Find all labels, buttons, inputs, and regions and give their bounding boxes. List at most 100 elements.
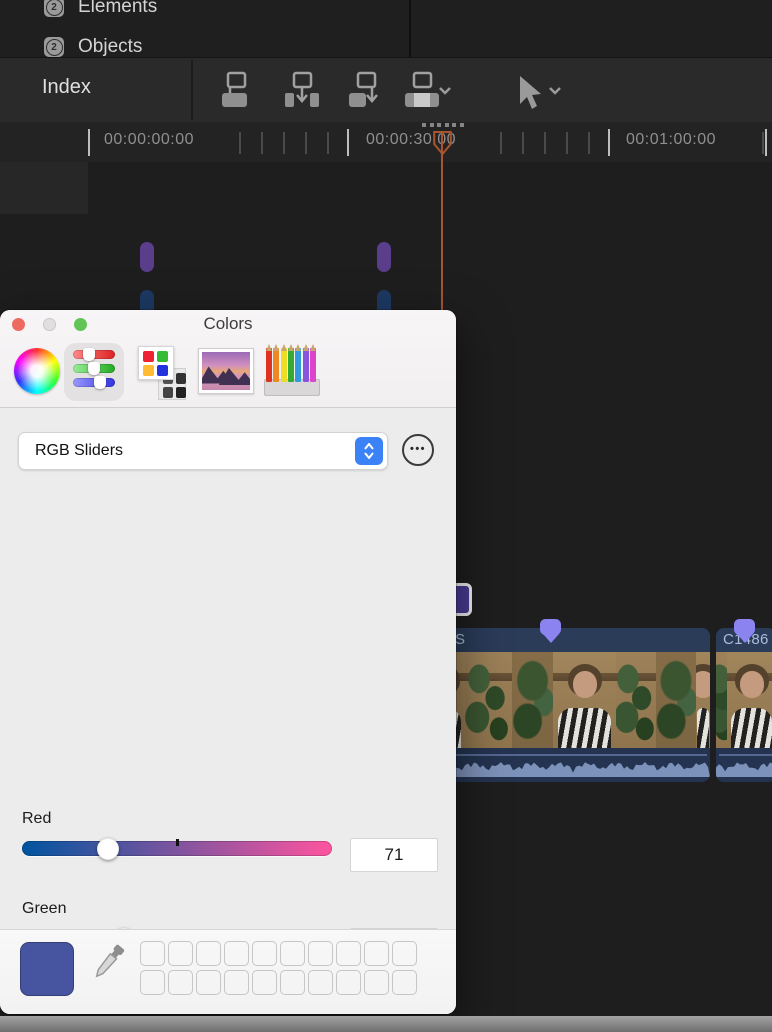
objects-count-badge: 2 <box>44 37 64 57</box>
swatch-well[interactable] <box>308 970 333 995</box>
swatch-well[interactable] <box>252 970 277 995</box>
ruler-tick <box>239 132 241 154</box>
ruler-tick <box>283 132 285 154</box>
green-slider-label: Green <box>22 900 67 917</box>
tool-chevron-down-icon[interactable] <box>438 86 452 95</box>
playhead-range-dash <box>444 123 449 127</box>
ruler-major-tick <box>347 129 349 156</box>
swatch-well[interactable] <box>196 970 221 995</box>
ruler-tick <box>500 132 502 154</box>
sidebar-section: 2 Elements 2 Objects <box>0 0 772 57</box>
color-sliders-icon[interactable] <box>73 348 115 394</box>
playhead-range-dash <box>452 123 457 127</box>
swatch-well[interactable] <box>140 970 165 995</box>
red-slider[interactable] <box>22 837 332 860</box>
swatch-well[interactable] <box>336 941 361 966</box>
swatch-well[interactable] <box>140 941 165 966</box>
colors-panel-footer <box>0 929 456 1014</box>
playhead-handle[interactable] <box>433 131 452 155</box>
red-slider-knob[interactable] <box>97 837 120 860</box>
swatch-well[interactable] <box>224 970 249 995</box>
append-clip-tool-icon[interactable] <box>344 68 388 112</box>
ruler-tick <box>566 132 568 154</box>
collapsed-clip-pill[interactable] <box>140 242 154 272</box>
pane-divider <box>409 0 411 57</box>
audio-separator <box>719 754 772 756</box>
select-arrow-tool-icon[interactable] <box>506 72 550 116</box>
ruler-major-tick <box>765 129 767 156</box>
colors-panel-titlebar[interactable]: Colors <box>0 310 456 408</box>
color-mode-value: RGB Sliders <box>35 442 124 459</box>
red-slider-label: Red <box>22 810 52 827</box>
swatch-well[interactable] <box>168 941 193 966</box>
clip-thumbnail-plant-tall <box>656 652 696 748</box>
clip-thumbnail-plant <box>716 652 727 748</box>
index-button[interactable]: Index <box>42 76 91 99</box>
audio-waveform <box>420 757 710 782</box>
ruler-tick <box>522 132 524 154</box>
audio-waveform <box>716 757 772 782</box>
swatch-well[interactable] <box>224 941 249 966</box>
swatch-well[interactable] <box>168 970 193 995</box>
select-tool-chevron-down-icon[interactable] <box>548 86 562 95</box>
ruler-major-tick <box>88 129 90 156</box>
swatch-well[interactable] <box>308 941 333 966</box>
clip-filmstrip <box>716 652 772 748</box>
audio-separator <box>423 754 707 756</box>
clip-title: S <box>420 628 710 652</box>
swatch-well[interactable] <box>392 941 417 966</box>
swatch-well[interactable] <box>196 941 221 966</box>
current-color-swatch[interactable] <box>20 942 74 996</box>
swatch-well[interactable] <box>280 970 305 995</box>
swatch-well[interactable] <box>252 941 277 966</box>
playhead-range-dash <box>429 123 434 127</box>
ruler-tick <box>305 132 307 154</box>
color-mode-select[interactable]: RGB Sliders <box>18 432 388 470</box>
swatch-well[interactable] <box>392 970 417 995</box>
ruler-timecode: 00:00:00:00 <box>104 131 195 148</box>
swatch-wells-grid <box>140 941 417 995</box>
timeline-clip[interactable]: C1486 <box>716 628 772 782</box>
swatch-well[interactable] <box>280 941 305 966</box>
ruler-tick <box>544 132 546 154</box>
playhead-range-dash <box>437 123 442 127</box>
screen: 2 Elements 2 Objects Index 00:00:00:00 0… <box>0 0 772 1032</box>
image-palettes-icon[interactable] <box>198 348 254 394</box>
collapsed-clip-pill[interactable] <box>377 242 391 272</box>
clip-thumbnail-plant-tall <box>512 652 553 748</box>
slider-midpoint-tick <box>175 839 179 846</box>
timeline-toolbar: Index <box>0 57 772 124</box>
clip-thumbnail-plant <box>465 652 512 748</box>
red-value-field[interactable] <box>350 838 438 872</box>
playhead-line <box>441 131 443 311</box>
playhead-range-dash <box>422 123 426 127</box>
eyedropper-icon[interactable] <box>86 940 128 988</box>
timeline-clip[interactable]: S <box>420 628 710 782</box>
sidebar-item-elements[interactable]: 2 Elements <box>44 0 157 18</box>
clip-marker-pin[interactable] <box>540 619 561 635</box>
ruler-tick <box>261 132 263 154</box>
ruler-tick <box>327 132 329 154</box>
ruler-tick <box>588 132 590 154</box>
insert-clip-tool-icon[interactable] <box>280 68 324 112</box>
clip-thumbnail-woman <box>696 652 710 748</box>
sidebar-item-label: Objects <box>78 36 143 57</box>
connect-clip-tool-icon[interactable] <box>214 68 258 112</box>
swatch-well[interactable] <box>364 941 389 966</box>
clip-marker-pin[interactable] <box>734 619 755 635</box>
pencils-icon[interactable] <box>264 348 320 396</box>
sidebar-item-label: Elements <box>78 0 158 17</box>
playhead-range-dash <box>460 123 464 127</box>
color-palettes-icon[interactable] <box>138 346 190 400</box>
slider-options-button[interactable]: ••• <box>402 434 434 466</box>
swatch-well[interactable] <box>364 970 389 995</box>
desktop-strip <box>0 1016 772 1032</box>
color-wheel-icon[interactable] <box>14 348 60 394</box>
clip-thumbnail-woman <box>553 652 616 748</box>
colors-panel-window: Colors RGB Sliders ••• Red 71 Green 84 1… <box>0 310 456 1032</box>
elements-count-badge: 2 <box>44 0 64 17</box>
sidebar-item-objects[interactable]: 2 Objects <box>44 36 142 58</box>
toolbar-divider <box>191 60 193 120</box>
swatch-well[interactable] <box>336 970 361 995</box>
timeline-ruler[interactable]: 00:00:00:00 00:00:30:00 00:01:00:00 <box>0 122 772 162</box>
